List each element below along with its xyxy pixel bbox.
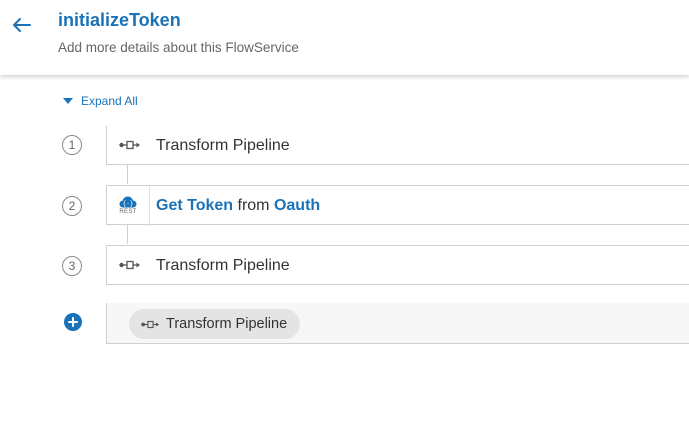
flow-step-transform-pipeline[interactable]: Transform Pipeline (106, 125, 689, 165)
flow-step-transform-pipeline[interactable]: Transform Pipeline (106, 245, 689, 285)
step-number: 1 (62, 135, 82, 155)
page-title[interactable]: initializeToken (58, 9, 181, 31)
flow-editor: Expand All 1 Transform Pipeline 2 {·} RE… (0, 75, 689, 442)
suggestion-chip-transform-pipeline[interactable]: Transform Pipeline (129, 309, 301, 339)
transform-pipeline-icon (141, 320, 160, 328)
expand-all-label: Expand All (81, 94, 138, 108)
plus-icon (68, 317, 78, 327)
cloud-rest-icon: {·} (119, 196, 137, 208)
transform-pipeline-icon (119, 140, 141, 150)
rest-badge-label: REST (119, 209, 137, 215)
back-button[interactable] (8, 12, 34, 38)
svg-text:{·}: {·} (123, 200, 134, 207)
step-label: Transform Pipeline (156, 137, 290, 154)
step-label: Get Token from Oauth (156, 197, 320, 215)
account-source-link[interactable]: Oauth (274, 197, 320, 214)
page-description[interactable]: Add more details about this FlowService (58, 40, 299, 56)
suggested-steps-area: Transform Pipeline (106, 303, 689, 344)
step-connector (127, 165, 128, 184)
step-label: Transform Pipeline (156, 257, 290, 274)
step-number: 2 (62, 196, 82, 216)
service-name-link[interactable]: Get Token (156, 197, 233, 214)
arrow-left-icon (13, 18, 31, 32)
chip-label: Transform Pipeline (166, 316, 288, 332)
transform-pipeline-icon (119, 260, 141, 270)
page-header: initializeToken Add more details about t… (0, 0, 689, 75)
expand-all-toggle[interactable]: Expand All (63, 94, 138, 108)
add-step-button[interactable] (64, 313, 82, 331)
step-connector (127, 225, 128, 244)
flow-step-get-token[interactable]: {·} REST Get Token from Oauth (106, 185, 689, 226)
rest-connector-badge: {·} REST (107, 186, 150, 226)
step-number: 3 (62, 256, 82, 276)
from-word: from (237, 197, 270, 214)
caret-down-icon (63, 98, 73, 104)
